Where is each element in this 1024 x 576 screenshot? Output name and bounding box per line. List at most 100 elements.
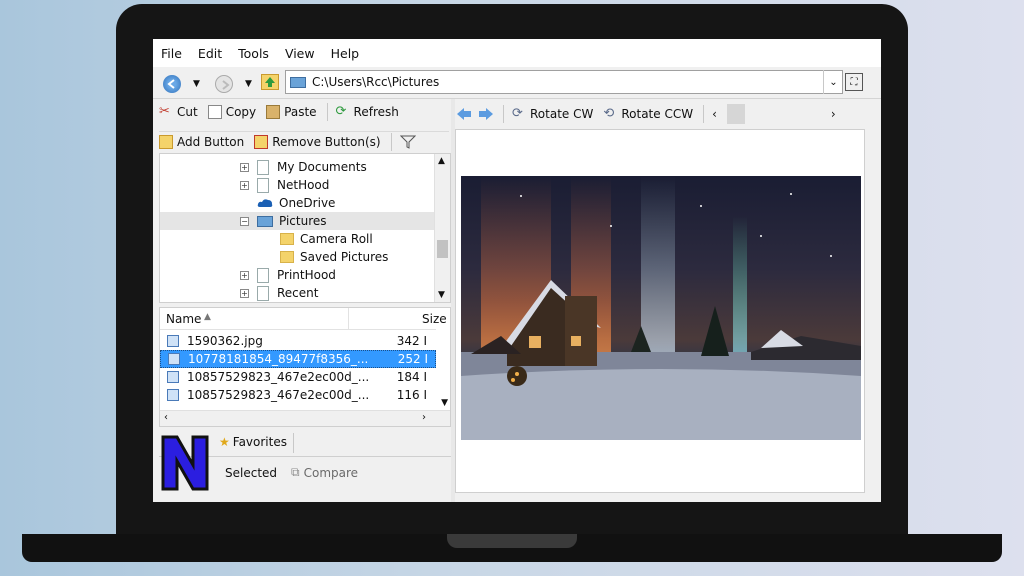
menu-edit[interactable]: Edit	[198, 46, 222, 61]
toolbar-separator	[503, 105, 504, 123]
rotate-ccw-icon: ⟲	[603, 106, 615, 121]
tree-item-recent[interactable]: + Recent	[240, 284, 318, 302]
column-divider	[348, 308, 349, 330]
file-list-header: Name ▲ Size	[160, 308, 447, 330]
app-window: File Edit Tools View Help ▼ ▼ C:\Users\R…	[153, 39, 881, 502]
image-file-icon	[168, 353, 180, 365]
onedrive-cloud-icon	[257, 199, 273, 207]
preview-toolbar: ⟳ Rotate CW ⟲ Rotate CCW ‹ ›	[455, 99, 865, 129]
edit-toolbar: ✂ Cut Copy Paste ⟳ Refresh	[159, 101, 449, 123]
document-folder-icon	[257, 285, 269, 301]
pictures-folder-icon	[257, 215, 273, 227]
file-name: 1590362.jpg	[187, 334, 263, 348]
rotate-ccw-label: Rotate CCW	[621, 107, 694, 121]
rotate-cw-icon: ⟳	[512, 106, 523, 121]
tree-item-printhood[interactable]: + PrintHood	[240, 266, 336, 284]
favorites-label: Favorites	[232, 435, 287, 449]
scroll-left-icon[interactable]: ‹	[164, 412, 168, 423]
scroll-up-icon[interactable]: ▲	[438, 156, 445, 166]
copy-label: Copy	[225, 105, 257, 119]
up-folder-button[interactable]	[261, 74, 279, 90]
menu-tools[interactable]: Tools	[238, 46, 269, 61]
buttons-toolbar: Add Button Remove Button(s)	[159, 131, 449, 151]
file-row[interactable]: 10857529823_467e2ec00d_... 184 I	[160, 368, 436, 386]
file-name: 10857529823_467e2ec00d_...	[187, 370, 370, 384]
filter-button[interactable]	[399, 135, 416, 149]
scissors-icon: ✂	[159, 104, 170, 119]
file-row[interactable]: 10857529823_467e2ec00d_... 116 I	[160, 386, 436, 404]
file-row-selected[interactable]: 10778181854_89477f8356_... 252 I	[160, 350, 436, 368]
expand-icon[interactable]: +	[240, 270, 249, 280]
tree-item-camera-roll[interactable]: Camera Roll	[280, 230, 373, 248]
address-dropdown-icon[interactable]: ⌄	[823, 70, 843, 94]
left-arrow-icon	[457, 108, 471, 120]
scroll-down-icon[interactable]: ▼	[441, 398, 448, 408]
compare-button[interactable]: Compare	[304, 466, 358, 480]
file-row[interactable]: 1590362.jpg 342 I	[160, 332, 436, 350]
next-image-button[interactable]	[477, 106, 495, 122]
tree-item-my-documents[interactable]: + My Documents	[240, 158, 367, 176]
tree-item-onedrive[interactable]: OneDrive	[257, 194, 335, 212]
previous-image-button[interactable]	[455, 106, 473, 122]
menu-view[interactable]: View	[285, 46, 315, 61]
rotate-cw-label: Rotate CW	[530, 107, 594, 121]
document-folder-icon	[257, 159, 269, 175]
menu-help[interactable]: Help	[331, 46, 360, 61]
paste-button[interactable]: Paste	[266, 105, 317, 119]
add-button[interactable]: Add Button	[159, 134, 244, 149]
tree-item-nethood[interactable]: + NetHood	[240, 176, 329, 194]
scroll-thumb[interactable]	[437, 240, 448, 258]
tree-item-pictures[interactable]: − Pictures	[160, 212, 436, 230]
file-size: 116 I	[396, 388, 427, 402]
star-icon: ★	[219, 435, 230, 449]
refresh-button[interactable]: ⟳ Refresh	[336, 105, 399, 120]
expand-icon[interactable]: +	[240, 180, 249, 190]
back-button[interactable]	[163, 75, 181, 93]
address-bar[interactable]: C:\Users\Rcc\Pictures	[285, 70, 843, 94]
scroll-down-icon[interactable]: ▼	[438, 290, 445, 300]
address-text[interactable]: C:\Users\Rcc\Pictures	[312, 75, 439, 89]
document-folder-icon	[257, 177, 269, 193]
preview-photo[interactable]	[461, 176, 861, 440]
file-size: 184 I	[396, 370, 427, 384]
column-name-header[interactable]: Name	[166, 312, 201, 326]
remove-buttons-button[interactable]: Remove Button(s)	[254, 134, 381, 149]
folder-tree: + My Documents + NetHood OneDrive − Pict…	[159, 153, 451, 303]
file-size: 252 I	[397, 352, 428, 366]
toolbar-scroll-right-icon[interactable]: ›	[831, 107, 836, 121]
tab-favorites[interactable]: ★ Favorites	[219, 435, 287, 449]
file-list-hscrollbar[interactable]: ‹ ›	[160, 410, 450, 426]
menu-bar: File Edit Tools View Help	[153, 39, 881, 67]
tree-scrollbar[interactable]: ▲ ▼	[434, 154, 450, 302]
remove-folder-icon	[254, 134, 269, 149]
expand-icon[interactable]: +	[240, 288, 249, 298]
rotate-ccw-button[interactable]: ⟲ Rotate CCW	[603, 106, 694, 122]
toolbar-scroll-left-icon[interactable]: ‹	[712, 107, 717, 121]
copy-button[interactable]: Copy	[207, 105, 257, 119]
toolbar-separator	[703, 105, 705, 123]
scroll-right-icon[interactable]: ›	[422, 412, 426, 423]
fullscreen-icon[interactable]: ⛶	[845, 73, 863, 91]
sort-ascending-icon: ▲	[204, 312, 211, 322]
tree-item-label: Pictures	[279, 214, 327, 228]
compare-icon: ⧉	[291, 465, 300, 479]
menu-file[interactable]: File	[161, 46, 182, 61]
toolbar-scroll-thumb[interactable]	[726, 104, 745, 124]
rotate-cw-button[interactable]: ⟳ Rotate CW	[512, 106, 594, 122]
image-preview-pane	[455, 129, 865, 493]
toolbar-separator	[326, 103, 328, 121]
up-arrow-icon	[265, 77, 275, 87]
night-scene-image	[461, 176, 861, 440]
tree-item-saved-pictures[interactable]: Saved Pictures	[280, 248, 388, 266]
add-folder-icon	[159, 134, 173, 149]
cut-button[interactable]: ✂ Cut	[159, 104, 198, 120]
column-size-header[interactable]: Size	[422, 312, 447, 326]
back-dropdown-icon[interactable]: ▼	[193, 79, 200, 89]
forward-dropdown-icon[interactable]: ▼	[245, 79, 252, 89]
tree-item-label: Recent	[277, 286, 319, 300]
expand-icon[interactable]: +	[240, 162, 249, 172]
toolbar-separator	[390, 132, 392, 151]
collapse-icon[interactable]: −	[240, 216, 249, 226]
selected-button[interactable]: Selected	[225, 466, 277, 480]
forward-button[interactable]	[215, 75, 233, 93]
